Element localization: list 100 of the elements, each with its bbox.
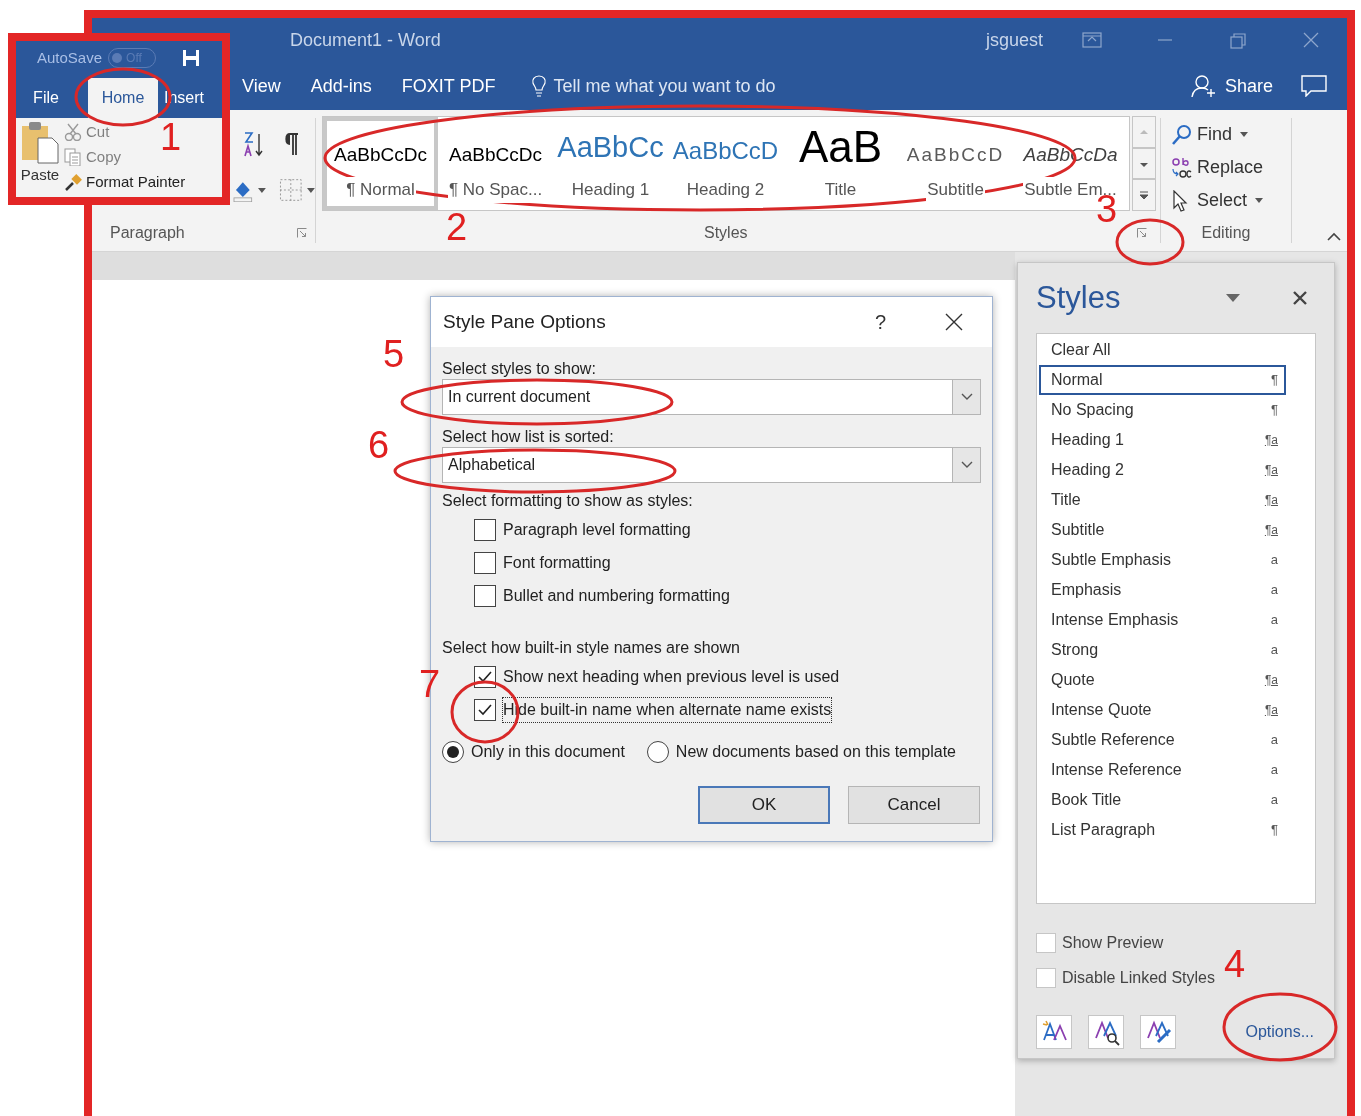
field-label: Select styles to show: [442,359,596,379]
style-list-item[interactable]: No Spacing ¶ [1039,395,1286,425]
painter-button[interactable]: Format Painter [64,170,186,194]
annotation-number: 5 [383,335,405,373]
style-type-mark: ¶a [1264,492,1278,509]
style-list-item[interactable]: Strong a [1039,635,1286,665]
chevron-down-icon [960,461,973,469]
style-list-item[interactable]: Subtle Reference a [1039,725,1286,755]
annotation-number: 6 [368,426,390,464]
ribbon-tab[interactable]: View [234,72,289,100]
dialog-title: Style Pane Options [443,309,606,334]
ribbon-tab[interactable]: FOXIT PDF [393,72,504,100]
style-type-mark: ¶a [1264,462,1278,479]
options-link[interactable]: Options... [1245,1020,1314,1044]
checkbox-option[interactable]: Bullet and numbering formatting [474,579,730,612]
dialog-launcher-icon[interactable] [297,228,307,238]
checkbox-option[interactable]: Paragraph level formatting [474,513,691,546]
cancel-button[interactable]: Cancel [848,786,980,824]
style-list-item[interactable]: Emphasis a [1039,575,1286,605]
caret-icon [1240,132,1248,137]
style-gallery-item[interactable]: AaBbCcD Heading 2 [668,117,783,210]
annotation-number: 2 [446,208,468,246]
style-type-mark: a [1270,551,1278,570]
style-gallery-item[interactable]: AaBbCc Heading 1 [553,117,668,210]
dropdown-field[interactable]: In current document [442,379,981,415]
style-type-mark: ¶ [1271,401,1278,420]
style-gallery-item[interactable]: AaBbCcD Subtitle [898,117,1013,210]
person-icon [1190,74,1217,98]
style-list-item[interactable]: Book Title a [1039,785,1286,815]
style-list-item[interactable]: Subtitle ¶a [1039,515,1286,545]
replace-button[interactable]: Replace [1171,151,1264,184]
share-button[interactable]: Share [1190,72,1273,100]
style-type-mark: ¶a [1264,522,1278,539]
ribbon-tab[interactable]: Home [88,78,158,118]
find-button[interactable]: Find [1171,118,1248,151]
group-label: Editing [1201,223,1251,243]
style-gallery-item[interactable]: AaBbCcDc ¶ No Spac... [438,117,553,210]
checkmark-icon [477,669,493,684]
style-list-item[interactable]: Quote ¶a [1039,665,1286,695]
paintbrush-icon [64,173,82,191]
close-icon[interactable] [1292,290,1308,306]
style-gallery-item[interactable]: AaBbCcDc ¶ Normal [323,117,438,210]
style-type-mark: a [1270,791,1278,810]
pilcrow-icon[interactable] [283,132,299,156]
search-icon [1171,123,1193,146]
radio-option[interactable]: Only in this document [442,740,625,764]
annotation-number: 1 [160,118,182,156]
annotation-number: 7 [419,665,441,703]
style-list-item[interactable]: List Paragraph ¶ [1039,815,1286,845]
dialog-launcher-icon[interactable] [1137,228,1147,238]
dropdown-icon[interactable] [1226,294,1240,302]
style-type-mark: a [1270,581,1278,600]
section-label: Select formatting to show as styles: [442,491,693,511]
style-list-item[interactable]: Title ¶a [1039,485,1286,515]
field-label: Select how list is sorted: [442,427,614,447]
style-type-mark: ¶a [1264,672,1278,689]
sort-icon[interactable] [243,131,265,157]
ribbon-display-icon[interactable] [1081,31,1102,49]
style-list-item[interactable]: Subtle Emphasis a [1039,545,1286,575]
style-type-mark: a [1270,731,1278,750]
style-gallery-item[interactable]: AaB Title [783,117,898,210]
style-list-item[interactable]: Intense Reference a [1039,755,1286,785]
replace-icon [1171,156,1193,179]
tell-me-field[interactable]: Tell me what you want to do [553,72,814,100]
chevron-down-icon [960,393,973,401]
select-button[interactable]: Select [1171,184,1264,217]
group-label: Paragraph [110,223,185,243]
collapse-ribbon-icon[interactable] [1327,232,1341,241]
style-list-item[interactable]: Heading 2 ¶a [1039,455,1286,485]
more-styles-button[interactable] [1132,179,1156,211]
clipboard-icon [20,120,60,164]
style-type-mark: a [1270,611,1278,630]
style-list-item[interactable]: Intense Emphasis a [1039,605,1286,635]
ok-button[interactable]: OK [698,786,830,824]
user-name: jsguest [985,28,1043,52]
ribbon-tab[interactable]: Add-ins [302,72,380,100]
manage-styles-button[interactable] [1140,1015,1176,1049]
style-list-item[interactable]: Intense Quote ¶a [1039,695,1286,725]
lightbulb-icon [531,75,548,97]
checkmark-icon [477,702,493,717]
group-label: Styles [704,223,748,243]
style-list-item[interactable]: Clear All [1039,335,1286,365]
checkbox-option[interactable]: Font formatting [474,546,611,579]
checkbox-option[interactable]: Show next heading when previous level is used [474,660,840,693]
help-button[interactable]: ? [874,307,886,337]
scissors-icon [64,123,82,141]
window-title: Document1 - Word [290,28,441,52]
style-type-mark: ¶a [1264,702,1278,719]
style-inspector-button[interactable] [1088,1015,1124,1049]
close-button[interactable] [944,312,964,332]
style-type-mark: a [1270,761,1278,780]
ribbon-tab[interactable]: File [20,78,72,118]
style-list-item[interactable]: Normal ¶ [1039,365,1286,395]
dropdown-field[interactable]: Alphabetical [442,447,981,483]
comment-icon[interactable] [1301,75,1327,97]
radio-option[interactable]: New documents based on this template [646,740,956,764]
new-style-button[interactable] [1036,1015,1072,1049]
style-list-item[interactable]: Heading 1 ¶a [1039,425,1286,455]
paste-button[interactable]: Paste [20,120,60,187]
style-type-mark: a [1270,641,1278,660]
